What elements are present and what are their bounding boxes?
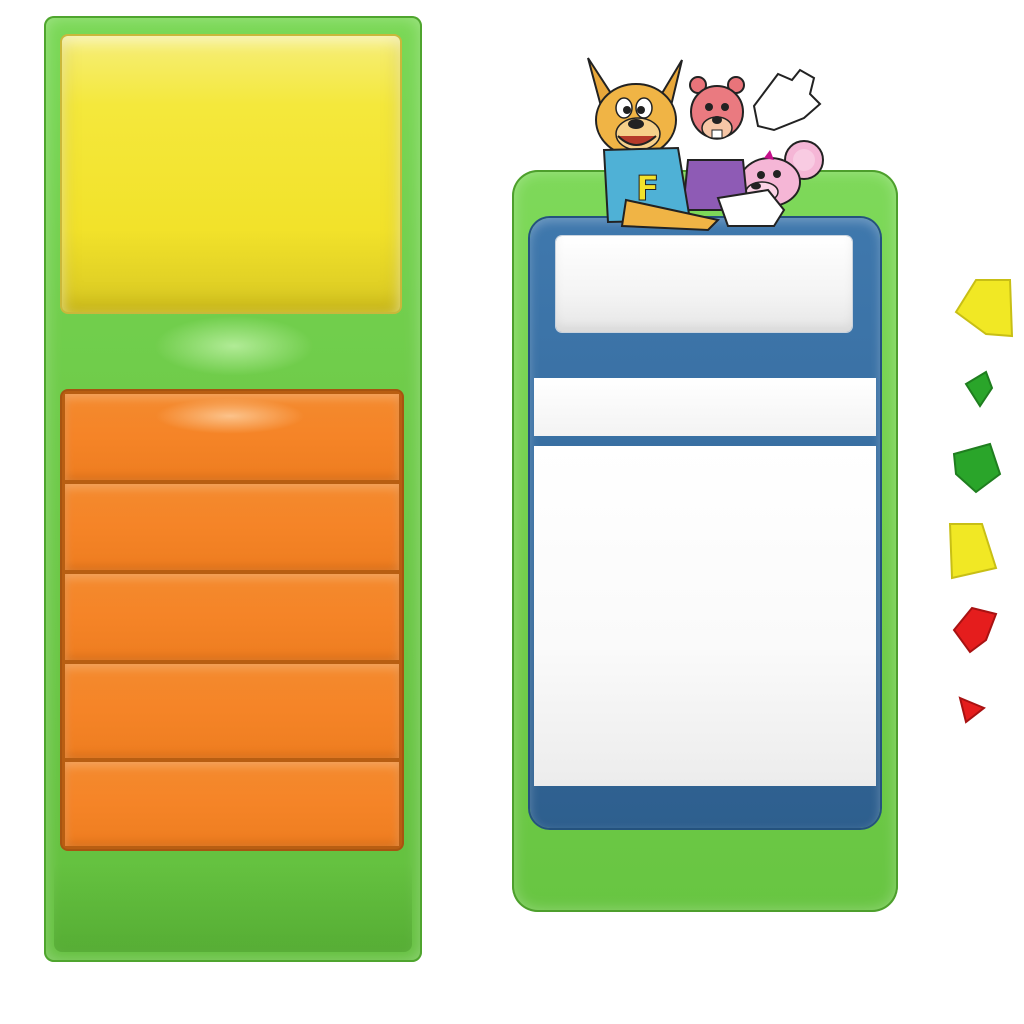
- mascot-group: F: [587, 57, 824, 232]
- game-ui-sprite-sheet: F: [0, 0, 1024, 1024]
- orange-option-row-2[interactable]: [65, 484, 399, 570]
- left-menu-panel: [44, 16, 422, 962]
- panel-glow: [154, 316, 314, 376]
- squirrel-mascot-icon: [681, 76, 750, 211]
- orange-option-row-4[interactable]: [65, 664, 399, 758]
- red-gem-medium-icon: [952, 606, 998, 654]
- panel-bottom-shade: [54, 862, 412, 952]
- dialog-title-field[interactable]: [556, 236, 852, 332]
- right-dialog-panel: [512, 170, 898, 912]
- yellow-gem-large-icon: [954, 279, 1014, 338]
- dialog-header-strip: [534, 378, 876, 436]
- yellow-display-box: [62, 36, 400, 312]
- orange-option-row-1[interactable]: [65, 394, 399, 480]
- red-gem-small-icon: [958, 696, 986, 724]
- dialog-blue-frame: [530, 218, 880, 828]
- green-gem-medium-icon: [952, 442, 1002, 494]
- dialog-content-area[interactable]: [534, 446, 876, 786]
- green-gem-small-icon: [964, 370, 994, 408]
- orange-option-list: [62, 391, 402, 849]
- yellow-gem-medium-icon: [948, 523, 998, 580]
- orange-option-row-3[interactable]: [65, 574, 399, 660]
- orange-option-row-5[interactable]: [65, 762, 399, 846]
